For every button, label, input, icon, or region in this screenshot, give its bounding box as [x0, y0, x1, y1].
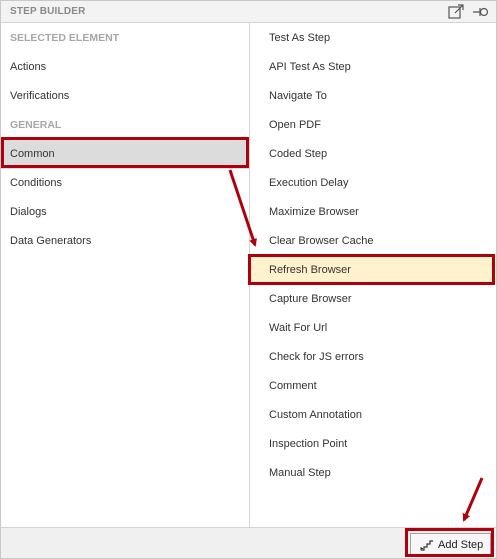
step-item-coded-step[interactable]: Coded Step — [251, 140, 496, 169]
step-item-navigate-to[interactable]: Navigate To — [251, 82, 496, 111]
step-item-inspection-point[interactable]: Inspection Point — [251, 430, 496, 459]
category-item-verifications[interactable]: Verifications — [1, 82, 249, 111]
step-item-open-pdf[interactable]: Open PDF — [251, 111, 496, 140]
step-item-refresh-browser[interactable]: Refresh Browser — [251, 256, 496, 285]
add-step-button[interactable]: Add Step — [410, 533, 491, 556]
footer-bar: Add Step — [1, 527, 496, 558]
step-builder-panel: STEP BUILDER SELECTED ELEMENT Actions Ve… — [0, 0, 497, 559]
step-stairs-icon — [420, 539, 434, 551]
category-list: SELECTED ELEMENT Actions Verifications G… — [1, 23, 250, 527]
step-item-api-test-as-step[interactable]: API Test As Step — [251, 53, 496, 82]
step-item-capture-browser[interactable]: Capture Browser — [251, 285, 496, 314]
step-item-execution-delay[interactable]: Execution Delay — [251, 169, 496, 198]
step-item-clear-browser-cache[interactable]: Clear Browser Cache — [251, 227, 496, 256]
category-item-dialogs[interactable]: Dialogs — [1, 198, 249, 227]
step-item-wait-for-url[interactable]: Wait For Url — [251, 314, 496, 343]
step-item-test-as-step[interactable]: Test As Step — [251, 24, 496, 53]
section-header-selected-element: SELECTED ELEMENT — [10, 32, 120, 44]
step-item-manual-step[interactable]: Manual Step — [251, 459, 496, 488]
popout-icon[interactable] — [447, 3, 465, 21]
section-header-general: GENERAL — [10, 119, 62, 131]
title-bar: STEP BUILDER — [1, 1, 496, 23]
step-list: Test As Step API Test As Step Navigate T… — [251, 23, 496, 527]
category-item-conditions[interactable]: Conditions — [1, 169, 249, 198]
pin-icon[interactable] — [472, 3, 490, 21]
step-item-maximize-browser[interactable]: Maximize Browser — [251, 198, 496, 227]
category-item-common[interactable]: Common — [1, 140, 249, 169]
step-item-custom-annotation[interactable]: Custom Annotation — [251, 401, 496, 430]
step-item-check-for-js-errors[interactable]: Check for JS errors — [251, 343, 496, 372]
panel-title: STEP BUILDER — [10, 6, 86, 17]
category-item-data-generators[interactable]: Data Generators — [1, 227, 249, 256]
add-step-label: Add Step — [438, 539, 484, 551]
category-item-actions[interactable]: Actions — [1, 53, 249, 82]
step-item-comment[interactable]: Comment — [251, 372, 496, 401]
